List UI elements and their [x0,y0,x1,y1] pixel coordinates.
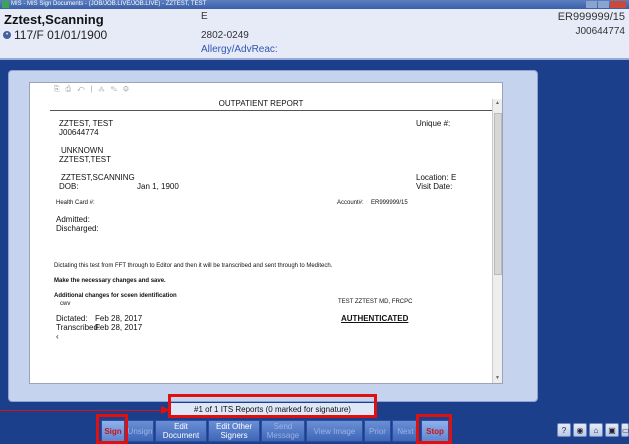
report-patient-name: ZZTEST, TEST [59,119,114,128]
unsign-button[interactable]: Unsign [126,420,154,442]
home-icon[interactable]: ⌂ [589,423,603,437]
authenticated-status: AUTHENTICATED [341,314,409,323]
close-button[interactable] [610,1,626,8]
account-value: ER999999/15 [371,200,408,206]
unit-number: J00644774 [575,26,626,37]
patient-name: Zztest,Scanning [4,12,104,27]
dictated-label: Dictated: [56,314,88,323]
scroll-down-icon[interactable]: ▼ [493,375,502,381]
patient-sex-dob: 117/F 01/01/1900 [14,28,108,42]
edit-other-signers-button[interactable]: Edit Other Signers [208,420,260,442]
more-icon[interactable]: ▭ [621,423,629,437]
edit-document-button[interactable]: Edit Document [155,420,207,442]
account-label: Account#: [337,200,364,206]
scroll-thumb[interactable] [494,113,502,275]
unique-label: Unique #: [416,119,451,128]
status-highlight-box [168,394,377,418]
health-card-label: Health Card #: [56,200,95,206]
bullet-mark: ‹ [56,332,59,341]
allergy-link[interactable]: Allergy/AdvReac: [201,44,278,55]
print-icon[interactable]: ▣ [605,423,619,437]
patient-status-icon[interactable]: • [3,31,11,39]
sign-highlight-box [96,414,128,444]
report-scan-name: ZZTEST,SCANNING [61,173,135,182]
location-label: Location: [416,173,449,182]
signer-name: TEST ZZTEST MD, FRCPC [338,299,413,305]
window-controls [586,1,626,8]
account-number: ER999999/15 [557,11,625,23]
minimize-button[interactable] [586,1,597,8]
window-title: MIS - MIS Sign Documents - (JOB/JOB.LIVE… [11,1,207,7]
cc-text: cwv [60,301,71,307]
window-title-bar: MIS - MIS Sign Documents - (JOB/JOB.LIVE… [0,0,629,9]
dob-value: Jan 1, 1900 [137,182,179,191]
help-icon[interactable]: ? [557,423,571,437]
report-unknown: UNKNOWN [61,146,104,155]
transcribed-value: Feb 28, 2017 [95,323,143,332]
admitted-label: Admitted: [56,215,90,224]
report-viewer[interactable]: ⎘ ⎙ ↶ | ⁂ ✎ ⚙ OUTPATIENT REPORT ZZTEST, … [29,82,503,384]
viewer-toolbar-icons[interactable]: ⎘ ⎙ ↶ | ⁂ ✎ ⚙ [54,86,131,94]
view-image-button[interactable]: View Image [306,420,363,442]
patient-room: 2802-0249 [201,30,249,41]
report-title: OUTPATIENT REPORT [218,99,304,108]
visit-date-label: Visit Date: [416,182,453,191]
send-message-button[interactable]: Send Message [261,420,305,442]
dictated-value: Feb 28, 2017 [95,314,143,323]
changes-text: Make the necessary changes and save. [54,278,166,284]
prior-button[interactable]: Prior [364,420,391,442]
callout-line [0,410,170,411]
next-button[interactable]: Next [392,420,419,442]
report-unit-no: J00644774 [59,128,99,137]
location-value: E [451,173,457,182]
transcribed-label: Transcribed: [56,323,101,332]
patient-location: E [201,11,208,22]
maximize-button[interactable] [598,1,609,8]
patient-demographics: • 117/F 01/01/1900 [3,28,107,42]
additional-text: Additional changes for sceen identificat… [54,293,177,299]
dictation-text: Dictating this test from FFT through to … [54,263,333,269]
discharged-label: Discharged: [56,224,99,233]
record-icon[interactable]: ◉ [573,423,587,437]
stop-highlight-box [416,414,452,444]
scroll-up-icon[interactable]: ▲ [493,100,502,106]
title-divider [50,110,493,111]
report-scrollbar[interactable]: ▲ ▼ [492,99,502,383]
app-icon [2,1,9,8]
dob-label: DOB: [59,182,79,191]
report-unknown-name: ZZTEST,TEST [59,155,111,164]
patient-header: Zztest,Scanning • 117/F 01/01/1900 E 280… [0,9,629,60]
